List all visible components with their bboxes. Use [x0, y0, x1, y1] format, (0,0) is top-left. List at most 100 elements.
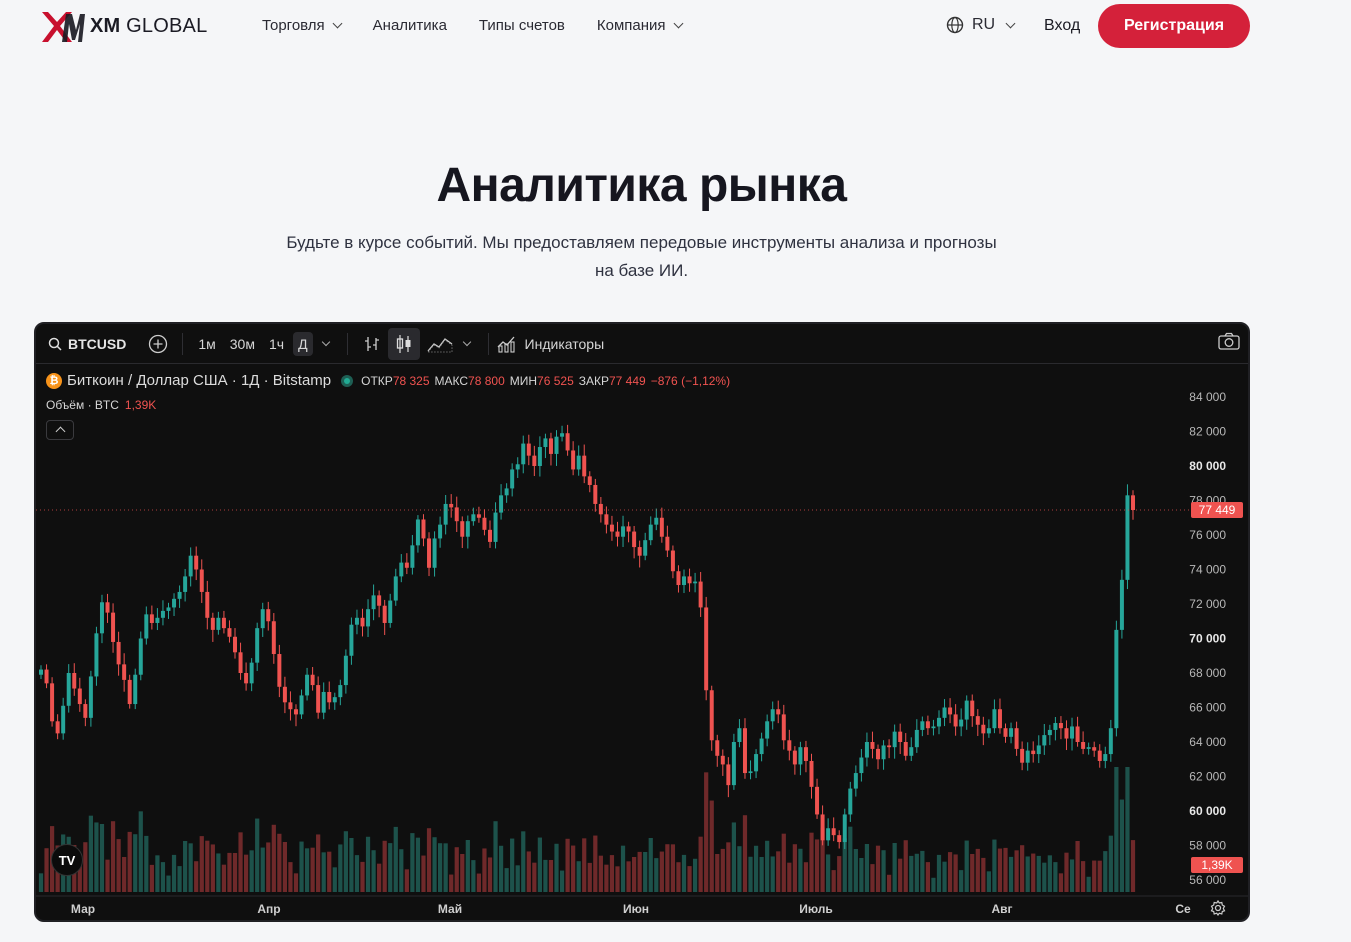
volume-bar	[510, 838, 515, 892]
interval-chevron-down-icon[interactable]	[321, 337, 330, 347]
volume-bar	[692, 858, 698, 892]
volume-bar	[216, 853, 221, 892]
candle-body	[415, 519, 420, 546]
candle-body	[831, 828, 836, 836]
volume-bar	[554, 843, 559, 892]
interval-1m[interactable]: 1м	[193, 332, 220, 356]
indicators-button[interactable]: Индикаторы	[497, 335, 604, 353]
volume-bar	[199, 836, 204, 892]
volume-bar	[781, 833, 786, 892]
legend-change-value: −876 (−1,12%)	[650, 373, 731, 388]
chart-style-chevron-down-icon[interactable]	[462, 337, 471, 347]
legend-high-value: 78 800	[468, 373, 505, 388]
camera-icon	[1218, 332, 1240, 350]
candle-body	[953, 714, 958, 727]
chart-settings-button[interactable]	[1210, 899, 1226, 920]
candle-body	[560, 433, 565, 437]
volume-bar	[1064, 852, 1069, 892]
candle-body	[848, 788, 853, 815]
volume-bar	[826, 854, 831, 892]
nav-account-types-label: Типы счетов	[478, 17, 565, 34]
candle-body	[554, 436, 559, 454]
candle-body	[898, 731, 903, 742]
volume-bar	[997, 848, 1003, 892]
interval-1h[interactable]: 1ч	[264, 332, 289, 356]
candle-body	[964, 700, 969, 720]
volume-bar	[83, 842, 88, 892]
volume-bar	[454, 847, 459, 892]
symbol-label: BTCUSD	[68, 335, 127, 352]
volume-bar	[415, 837, 421, 892]
price-chart[interactable]: 84 00082 00080 00078 00076 00074 00072 0…	[36, 364, 1248, 920]
volume-bar	[171, 854, 177, 892]
candle-body	[371, 595, 376, 610]
volume-bar	[288, 862, 293, 892]
candle-body	[1114, 629, 1119, 729]
nav-trading[interactable]: Торговля	[262, 17, 343, 34]
candle-body	[643, 540, 648, 556]
volume-bar	[243, 854, 249, 892]
candle-body	[593, 484, 598, 504]
collapse-legend-button[interactable]	[46, 420, 74, 440]
volume-bar	[221, 864, 227, 892]
candle-body	[881, 745, 886, 760]
volume-bar	[304, 848, 310, 892]
bars-style-button[interactable]	[356, 328, 388, 360]
nav-company[interactable]: Компания	[597, 17, 683, 34]
candle-body	[260, 609, 265, 629]
toolbar-divider	[182, 332, 184, 355]
nav-account-types[interactable]: Типы счетов	[479, 17, 565, 34]
volume-bar	[1130, 840, 1136, 892]
candle-body	[1131, 495, 1135, 511]
candle-body	[66, 673, 71, 706]
volume-bar	[365, 836, 371, 892]
interval-30m[interactable]: 30м	[225, 332, 260, 356]
volume-bar	[709, 800, 714, 892]
candle-body	[293, 709, 298, 715]
volume-value: 1,39K	[124, 398, 157, 412]
candle-body	[515, 464, 520, 470]
volume-bar	[1103, 851, 1108, 892]
login-link[interactable]: Вход	[1044, 17, 1080, 35]
volume-bar	[94, 822, 99, 892]
candle-body	[188, 555, 193, 577]
volume-bar	[665, 844, 670, 892]
bars-icon	[364, 336, 379, 351]
volume-bar	[133, 834, 138, 892]
x-tick-label: Июль	[799, 902, 833, 916]
volume-bar	[565, 838, 570, 892]
candle-body	[61, 705, 66, 734]
volume-bar	[892, 843, 897, 892]
volume-bar	[110, 821, 116, 892]
volume-bar	[903, 840, 908, 892]
volume-bar	[975, 848, 980, 892]
tradingview-chart-widget[interactable]: BTCUSD 1м 30м 1ч Д Индикаторы 84 000 82 0	[34, 322, 1250, 922]
volume-bar	[249, 850, 254, 892]
site-header: XM GLOBAL Торговля Аналитика Типы счетов…	[0, 0, 1351, 54]
interval-1d[interactable]: Д	[293, 331, 313, 356]
volume-bar	[765, 840, 770, 892]
xm-logo-icon	[42, 12, 85, 42]
legend-symbol-title[interactable]: Биткоин / Доллар США · 1Д · Bitstamp	[67, 372, 331, 389]
symbol-search[interactable]: BTCUSD	[48, 336, 126, 352]
register-button[interactable]: Регистрация	[1098, 4, 1250, 48]
tradingview-logo-icon[interactable]: TV	[51, 844, 83, 876]
area-style-button[interactable]	[424, 328, 456, 360]
candle-body	[621, 526, 626, 537]
xm-logo[interactable]: XM GLOBAL	[40, 8, 207, 44]
candle-body	[476, 514, 481, 518]
candle-body	[837, 835, 842, 843]
nav-analytics[interactable]: Аналитика	[373, 17, 447, 34]
language-selector[interactable]: RU	[946, 16, 1016, 34]
candle-body	[1020, 748, 1025, 763]
snapshot-button[interactable]	[1218, 332, 1240, 353]
candles-style-button[interactable]	[387, 327, 420, 360]
volume-bar	[676, 862, 681, 892]
candle-body	[876, 748, 881, 760]
x-tick-label: Май	[438, 902, 462, 916]
candles-icon	[396, 334, 411, 353]
volume-bar	[1092, 860, 1097, 892]
volume-bar	[487, 857, 493, 892]
candle-body	[377, 595, 382, 606]
compare-symbol-button[interactable]	[142, 328, 174, 360]
